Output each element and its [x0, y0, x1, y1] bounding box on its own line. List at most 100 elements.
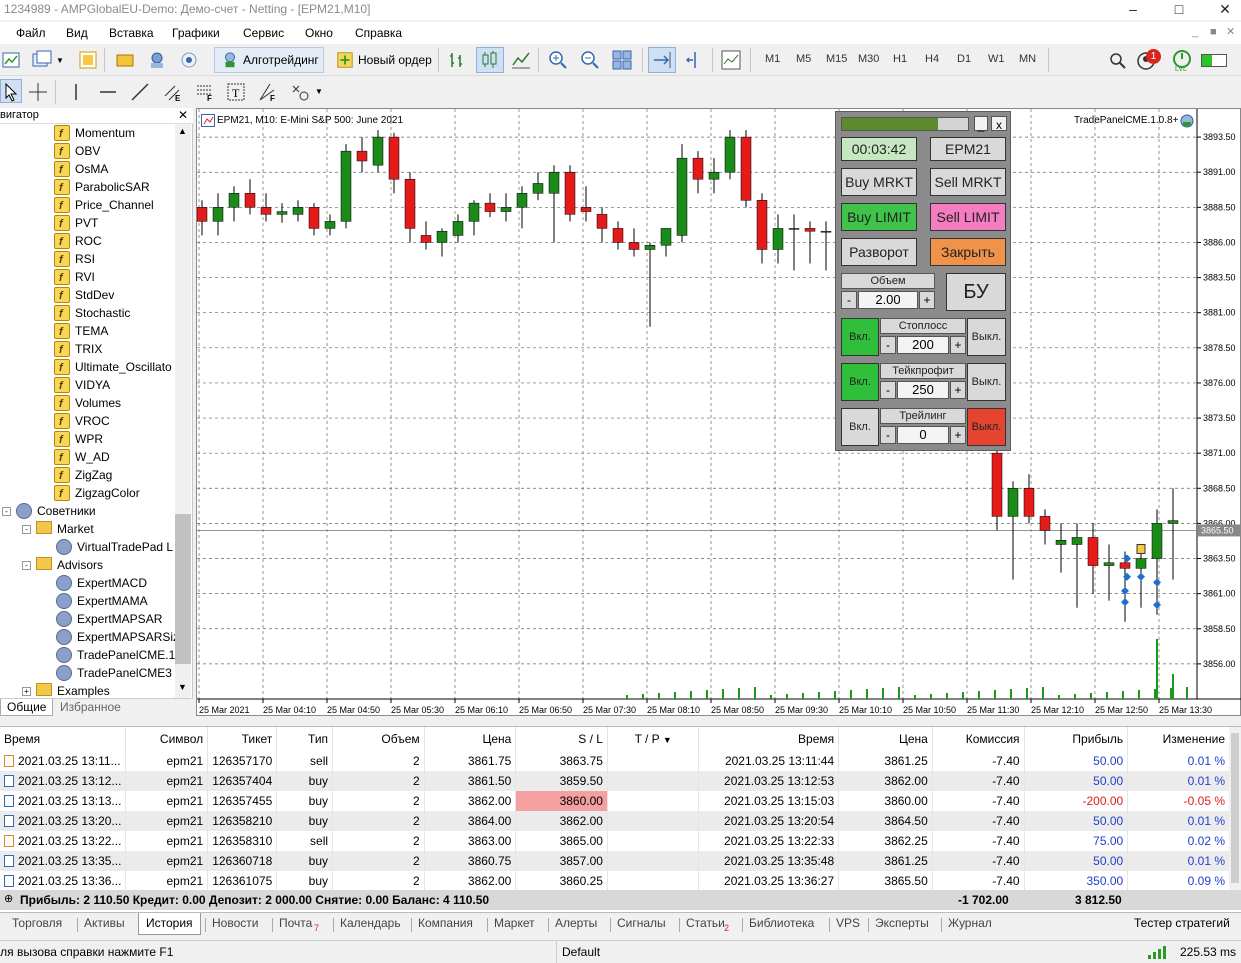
scroll-down-icon[interactable]: ▼ — [178, 682, 187, 692]
col-close-time[interactable]: Время — [698, 727, 840, 751]
menu-charts[interactable]: Графики — [172, 26, 220, 40]
col-tp[interactable]: T / P ▼ — [607, 727, 700, 751]
text-icon[interactable]: T — [226, 82, 246, 102]
autoscroll-icon[interactable] — [652, 50, 672, 70]
toolbox-tab-9[interactable]: Сигналы — [617, 916, 666, 930]
toolbox-tab-3[interactable]: Новости — [212, 916, 258, 930]
col-profit[interactable]: Прибыль — [1024, 727, 1129, 751]
close-button[interactable]: ✕ — [1202, 0, 1241, 20]
collapse-icon[interactable]: - — [22, 561, 31, 570]
tab-common[interactable]: Общие — [0, 699, 54, 716]
stoploss-minus-button[interactable]: - — [880, 336, 896, 354]
col-commission[interactable]: Комиссия — [932, 727, 1025, 751]
takeprofit-on-button[interactable]: Вкл. — [841, 363, 879, 401]
market-watch-icon[interactable] — [115, 50, 135, 70]
toolbox-tab-1[interactable]: Активы — [84, 916, 125, 930]
mdi-close-icon[interactable]: ✕ — [1226, 25, 1235, 38]
toolbox-tab-5[interactable]: Календарь — [340, 916, 401, 930]
navigator-scrollbar[interactable]: ▲ ▼ — [175, 124, 191, 698]
history-row[interactable]: 2021.03.25 13:22... epm21 126358310 sell 2 38… — [0, 831, 1230, 851]
trailing-on-button[interactable]: Вкл. — [841, 408, 879, 446]
menu-tools[interactable]: Сервис — [243, 26, 284, 40]
zoom-out-icon[interactable] — [580, 50, 600, 70]
volume-value[interactable]: 2.00 — [858, 291, 918, 309]
history-row[interactable]: 2021.03.25 13:13... epm21 126357455 buy 2 386… — [0, 791, 1230, 811]
tf-d1[interactable]: D1 — [957, 53, 971, 65]
trend-line-icon[interactable] — [130, 82, 150, 102]
trailing-plus-button[interactable]: + — [950, 426, 966, 444]
toolbox-tab-10[interactable]: Статьи — [686, 916, 725, 930]
tf-m1[interactable]: M1 — [765, 53, 780, 65]
col-change[interactable]: Изменение — [1127, 727, 1230, 751]
indicators-list-icon[interactable] — [721, 50, 741, 70]
notification-badge[interactable]: 1 — [1146, 49, 1161, 64]
strategy-tester-button[interactable]: Тестер стратегий — [1134, 916, 1230, 930]
panel-close-button[interactable]: x — [991, 116, 1007, 132]
mdi-minimize-icon[interactable]: _ — [1192, 26, 1198, 38]
mdi-restore-icon[interactable]: ■ — [1210, 26, 1217, 38]
tf-h4[interactable]: H4 — [925, 53, 939, 65]
minimize-button[interactable]: – — [1110, 0, 1156, 20]
toolbox-tab-7[interactable]: Маркет — [494, 916, 535, 930]
price-chart[interactable]: 3893.50 3891.00 3888.50 3886.00 3883.50 3881.… — [197, 109, 1241, 717]
zoom-in-icon[interactable] — [548, 50, 568, 70]
menu-help[interactable]: Справка — [355, 26, 402, 40]
navigator-close-icon[interactable]: ✕ — [178, 108, 188, 122]
history-row[interactable]: 2021.03.25 13:11... epm21 126357170 sell 2 38… — [0, 751, 1230, 771]
col-price[interactable]: Цена — [424, 727, 517, 751]
stoploss-value[interactable]: 200 — [897, 336, 949, 354]
history-row[interactable]: 2021.03.25 13:12... epm21 126357404 buy 2 386… — [0, 771, 1230, 791]
col-close-price[interactable]: Цена — [838, 727, 933, 751]
col-volume[interactable]: Объем — [332, 727, 425, 751]
history-scroll-thumb[interactable] — [1231, 733, 1239, 883]
toolbox-tab-13[interactable]: Эксперты — [875, 916, 929, 930]
history-scrollbar[interactable] — [1229, 727, 1241, 891]
line-chart-icon[interactable] — [511, 50, 531, 70]
takeprofit-plus-button[interactable]: + — [950, 381, 966, 399]
toolbox-tab-12[interactable]: VPS — [836, 916, 860, 930]
takeprofit-value[interactable]: 250 — [897, 381, 949, 399]
scroll-up-icon[interactable]: ▲ — [178, 126, 187, 136]
reverse-button[interactable]: Разворот — [841, 238, 917, 266]
tf-h1[interactable]: H1 — [893, 53, 907, 65]
menu-window[interactable]: Окно — [305, 26, 333, 40]
history-row[interactable]: 2021.03.25 13:20... epm21 126358210 buy 2 386… — [0, 811, 1230, 831]
history-row[interactable]: 2021.03.25 13:35... epm21 126360718 buy 2 386… — [0, 851, 1230, 871]
history-row[interactable]: 2021.03.25 13:36... epm21 126361075 buy 2 386… — [0, 871, 1230, 891]
menu-file[interactable]: Файл — [16, 26, 46, 40]
toolbox-tab-14[interactable]: Журнал — [948, 916, 992, 930]
shapes-dropdown-icon[interactable]: ▼ — [315, 87, 323, 96]
toolbox-tab-2[interactable]: История — [138, 913, 201, 935]
maximize-button[interactable]: □ — [1156, 0, 1202, 20]
new-order-button[interactable]: Новый ордер — [329, 47, 433, 73]
fib-fan-icon[interactable]: F — [258, 82, 278, 102]
collapse-icon[interactable]: - — [22, 525, 31, 534]
toolbox-tab-4[interactable]: Почта — [279, 916, 312, 930]
cursor-icon[interactable] — [2, 82, 22, 102]
panel-minimize-button[interactable]: _ — [974, 116, 988, 132]
stoploss-on-button[interactable]: Вкл. — [841, 318, 879, 356]
col-sl[interactable]: S / L — [515, 727, 608, 751]
vertical-line-icon[interactable] — [66, 82, 86, 102]
summary-expand-icon[interactable]: ⊕ — [4, 892, 13, 905]
crosshair-icon[interactable] — [28, 82, 48, 102]
volume-plus-button[interactable]: + — [919, 291, 935, 309]
tf-w1[interactable]: W1 — [988, 53, 1005, 65]
close-position-button[interactable]: Закрыть — [930, 238, 1006, 266]
collapse-icon[interactable]: - — [2, 507, 11, 516]
toolbox-tab-8[interactable]: Алерты — [555, 916, 597, 930]
toolbox-tab-6[interactable]: Компания — [418, 916, 473, 930]
bar-chart-icon[interactable] — [447, 50, 467, 70]
col-ticket[interactable]: Тикет — [207, 727, 278, 751]
trailing-minus-button[interactable]: - — [880, 426, 896, 444]
sell-market-button[interactable]: Sell MRKT — [930, 168, 1006, 196]
tf-m15[interactable]: M15 — [826, 53, 847, 65]
trailing-value[interactable]: 0 — [897, 426, 949, 444]
expand-icon[interactable]: + — [22, 687, 31, 696]
new-chart-icon[interactable] — [2, 50, 22, 70]
stoploss-plus-button[interactable]: + — [950, 336, 966, 354]
data-window-icon[interactable] — [147, 50, 167, 70]
col-symbol[interactable]: Символ — [125, 727, 209, 751]
fibonacci-icon[interactable]: F — [195, 82, 215, 102]
search-icon[interactable] — [1108, 51, 1128, 71]
